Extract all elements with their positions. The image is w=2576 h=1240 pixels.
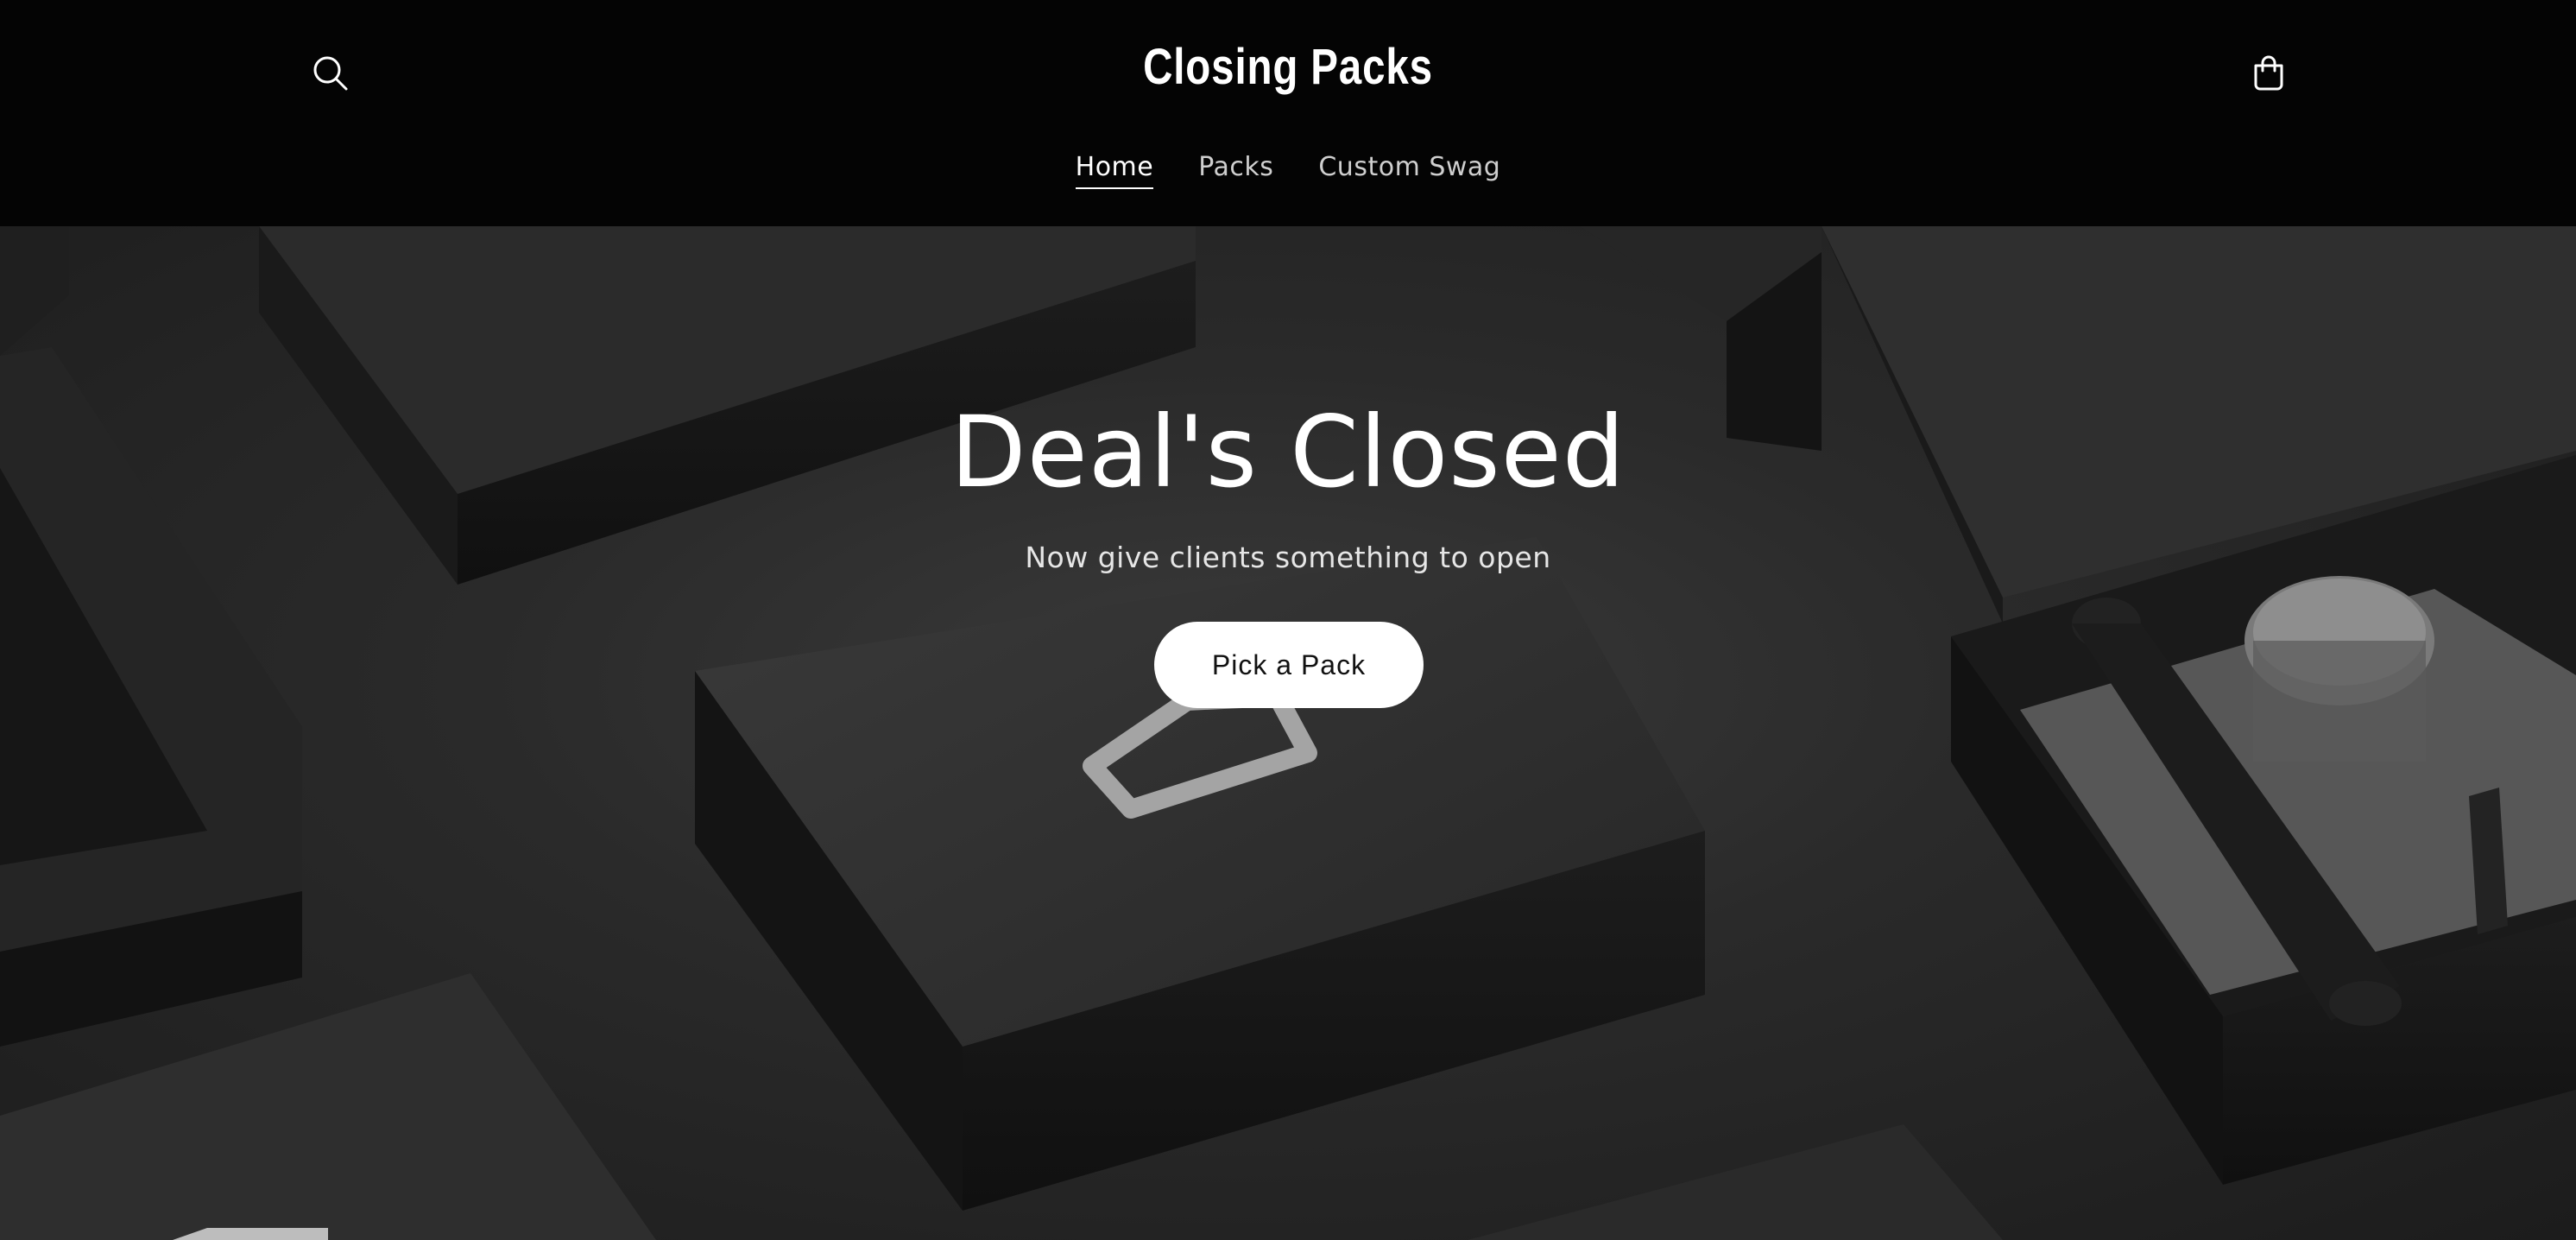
hero-subtitle: Now give clients something to open xyxy=(1025,541,1551,574)
nav-link-home[interactable]: Home xyxy=(1075,152,1154,189)
page: Closing Packs Home Packs Custom Swag Dea… xyxy=(0,0,2576,1240)
cart-icon xyxy=(2254,55,2283,91)
main-nav: Home Packs Custom Swag xyxy=(0,152,2576,189)
search-button[interactable] xyxy=(303,46,358,101)
cart-button[interactable] xyxy=(2241,46,2296,101)
hero-title: Deal's Closed xyxy=(950,395,1626,509)
site-logo[interactable]: Closing Packs xyxy=(1005,38,1571,96)
pick-a-pack-button[interactable]: Pick a Pack xyxy=(1154,622,1424,708)
nav-link-packs[interactable]: Packs xyxy=(1198,152,1273,189)
hero-background-image xyxy=(0,226,2576,1240)
hero-banner: Deal's Closed Now give clients something… xyxy=(0,226,2576,1240)
site-header: Closing Packs Home Packs Custom Swag xyxy=(0,0,2576,226)
nav-link-custom-swag[interactable]: Custom Swag xyxy=(1318,152,1500,189)
search-icon xyxy=(313,56,348,91)
